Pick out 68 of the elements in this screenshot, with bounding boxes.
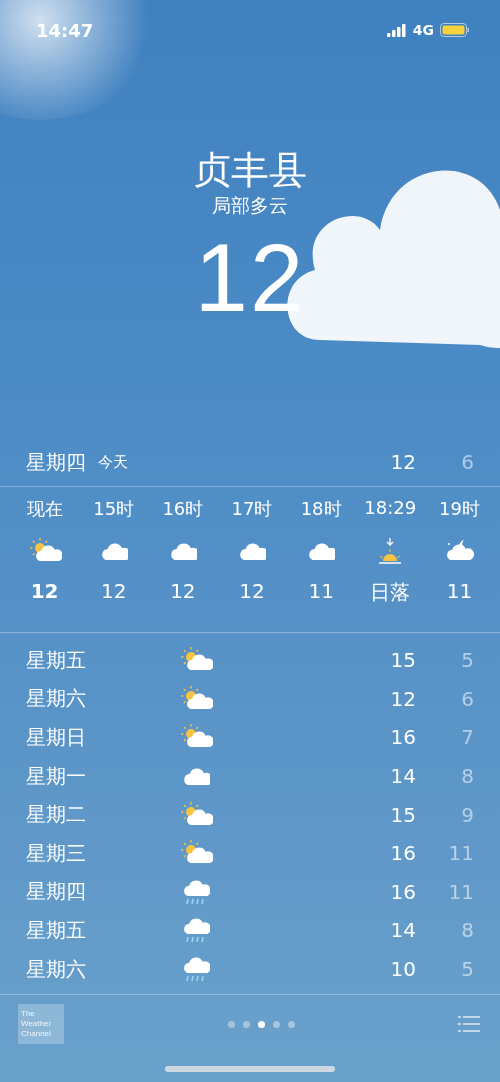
weekday-label: 星期一 <box>26 762 87 790</box>
hour-label: 16时 <box>162 497 204 521</box>
network-type: 4G <box>412 22 434 38</box>
rain-cloud-icon <box>182 916 210 945</box>
home-indicator[interactable] <box>165 1066 335 1072</box>
low-temperature: 11 <box>447 841 474 866</box>
signal-icon <box>386 23 407 37</box>
page-dot[interactable] <box>257 1020 265 1028</box>
weather-channel-logo[interactable]: The Weather Channel <box>18 1004 64 1045</box>
hour-temperature: 12 <box>170 579 196 603</box>
hour-temperature: 12 <box>30 579 59 603</box>
battery-icon <box>440 23 470 37</box>
high-temperature: 12 <box>389 450 416 474</box>
weekday-label: 星期三 <box>26 839 87 867</box>
cloud-icon <box>168 541 197 561</box>
hour-temperature: 12 <box>101 579 127 603</box>
page-dot[interactable] <box>242 1020 250 1028</box>
low-temperature: 6 <box>460 450 474 474</box>
cloud-icon <box>99 541 128 561</box>
city-name: 贞丰县 <box>193 148 307 192</box>
high-temperature: 16 <box>389 725 416 750</box>
low-temperature: 11 <box>447 879 474 904</box>
hour-label: 18时 <box>300 497 342 521</box>
cloud-icon <box>238 541 266 561</box>
low-temperature: 7 <box>460 725 474 750</box>
high-temperature: 14 <box>389 764 416 789</box>
page-dot[interactable] <box>272 1020 280 1028</box>
rain-cloud-icon <box>182 955 210 984</box>
high-temperature: 10 <box>389 957 416 982</box>
low-temperature: 6 <box>460 686 474 711</box>
status-time: 14:47 <box>36 19 95 41</box>
hour-temperature: 日落 <box>370 579 411 606</box>
today-label: 今天 <box>98 452 129 472</box>
weekday-label: 星期五 <box>26 916 87 944</box>
rain-cloud-icon <box>182 877 210 906</box>
weekday-label: 星期日 <box>26 724 87 751</box>
low-temperature: 5 <box>460 648 474 673</box>
high-temperature: 16 <box>389 841 416 866</box>
low-temperature: 8 <box>460 764 474 789</box>
page-dot[interactable] <box>287 1020 295 1028</box>
weekday-label: 星期五 <box>26 646 87 674</box>
weekday-label: 星期六 <box>26 955 87 983</box>
list-icon[interactable] <box>458 1016 480 1033</box>
weekday-label: 星期二 <box>26 801 87 829</box>
high-temperature: 15 <box>389 802 416 827</box>
low-temperature: 8 <box>460 918 474 943</box>
hour-label: 18:29 <box>364 497 417 520</box>
weekday-label: 星期四 <box>26 448 86 476</box>
hour-label: 现在 <box>26 497 63 521</box>
cloud-icon <box>307 541 336 561</box>
hour-label: 15时 <box>93 497 135 521</box>
hour-temperature: 11 <box>446 579 473 603</box>
low-temperature: 5 <box>460 957 474 982</box>
high-temperature: 15 <box>389 648 416 673</box>
hour-label: 19时 <box>438 497 480 521</box>
hour-temperature: 12 <box>239 579 265 603</box>
weekday-label: 星期六 <box>26 685 87 713</box>
page-dot[interactable] <box>227 1020 235 1028</box>
high-temperature: 14 <box>389 918 416 943</box>
weekday-label: 星期四 <box>26 878 87 906</box>
low-temperature: 9 <box>460 802 474 827</box>
hour-temperature: 11 <box>308 579 334 603</box>
hour-label: 17时 <box>231 497 273 521</box>
cloud-icon <box>182 766 210 787</box>
high-temperature: 16 <box>389 879 416 904</box>
high-temperature: 12 <box>389 686 416 711</box>
weather-condition: 局部多云 <box>212 193 288 218</box>
current-temperature: 12 <box>194 223 306 333</box>
